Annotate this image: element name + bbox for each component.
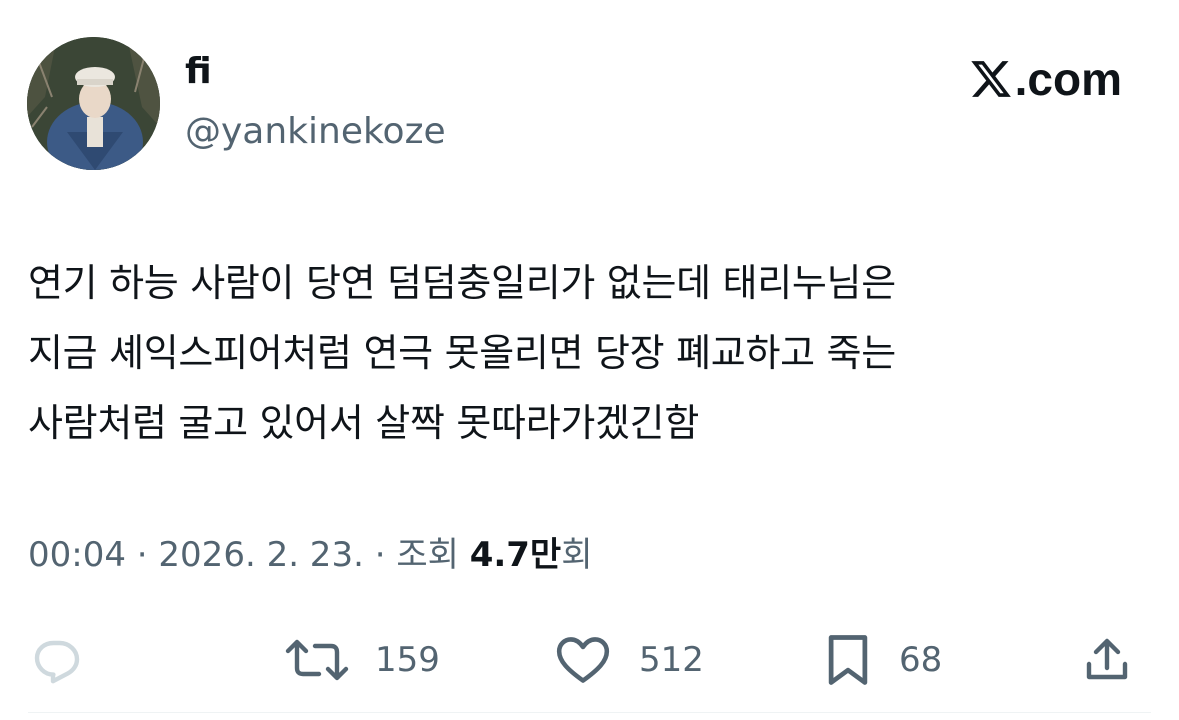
meta-separator: · <box>374 535 386 575</box>
heart-icon <box>556 637 610 683</box>
profile-photo-icon <box>27 37 160 170</box>
display-name[interactable]: fi <box>185 50 212 94</box>
tweet-line: 연기 하능 사람이 당연 덤덤충일리가 없는데 태리누님은 <box>28 261 896 305</box>
timestamp-date[interactable]: 2026. 2. 23. <box>158 535 363 575</box>
like-count: 512 <box>639 640 704 680</box>
x-logo-icon <box>970 61 1011 97</box>
repost-icon <box>285 639 349 681</box>
bookmark-count: 68 <box>899 640 943 680</box>
meta-separator: · <box>136 535 148 575</box>
repost-count: 159 <box>375 640 440 680</box>
tweet-line: 사람처럼 굴고 있어서 살짝 못따라가겠긴함 <box>28 401 699 445</box>
reply-icon <box>34 640 80 684</box>
tweet-card: fi @yankinekoze .com 연기 하능 사람이 당연 덤덤충일리가… <box>0 0 1179 720</box>
views-suffix: 회 <box>561 535 593 575</box>
share-icon <box>1086 638 1128 680</box>
views-label: 조회 <box>396 535 459 575</box>
avatar[interactable] <box>27 37 160 170</box>
tweet-text: 연기 하능 사람이 당연 덤덤충일리가 없는데 태리누님은 지금 셰익스피어처럼… <box>28 248 1138 458</box>
repost-button[interactable]: 159 <box>285 628 440 692</box>
divider <box>28 712 1151 713</box>
user-handle[interactable]: @yankinekoze <box>185 110 446 154</box>
share-button[interactable] <box>1083 628 1131 692</box>
tweet-line: 지금 셰익스피어처럼 연극 못올리면 당장 폐교하고 죽는 <box>28 331 896 375</box>
bookmark-button[interactable]: 68 <box>823 628 942 692</box>
like-button[interactable]: 512 <box>553 628 704 692</box>
tweet-meta: 00:04 · 2026. 2. 23. · 조회 4.7만회 <box>28 530 593 580</box>
brand-watermark: .com <box>969 54 1122 104</box>
brand-domain: .com <box>1014 53 1122 105</box>
bookmark-icon <box>828 635 868 685</box>
timestamp-time[interactable]: 00:04 <box>28 535 126 575</box>
views-count: 4.7만 <box>469 535 562 575</box>
reply-button[interactable] <box>30 628 86 692</box>
action-bar: 159 512 68 <box>0 628 1179 692</box>
